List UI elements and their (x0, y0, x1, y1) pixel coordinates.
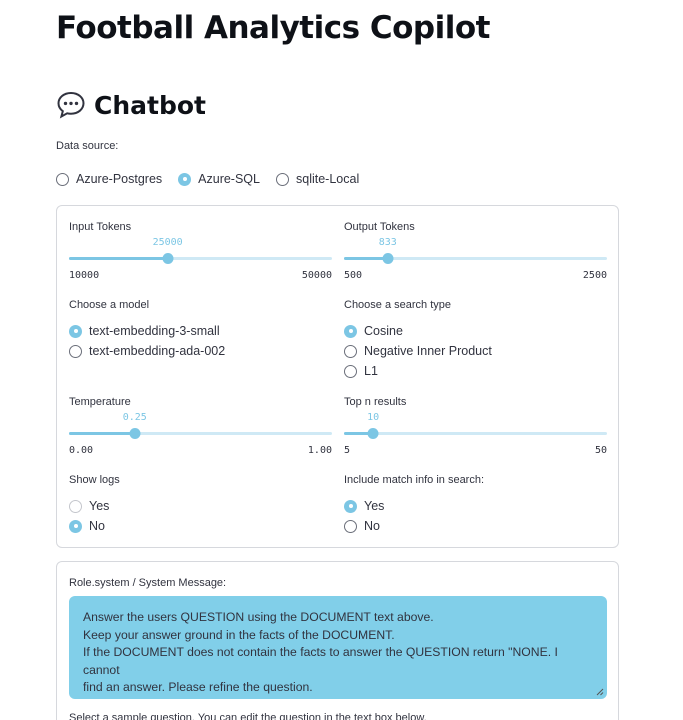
slider-value: 833 (378, 237, 397, 248)
radio-azure-postgres[interactable]: Azure-Postgres (56, 170, 162, 188)
radio-label: Cosine (364, 324, 403, 338)
system-message-line: Keep your answer ground in the facts of … (83, 627, 395, 642)
search-type-radio-group: Cosine Negative Inner Product L1 (344, 322, 492, 380)
radio-indicator (344, 364, 357, 378)
model-radio-group: text-embedding-3-small text-embedding-ad… (69, 322, 225, 360)
system-message-line: Answer the users QUESTION using the DOCU… (83, 610, 434, 624)
resize-handle-icon[interactable] (596, 688, 604, 696)
radio-text-embedding-ada-002[interactable]: text-embedding-ada-002 (69, 342, 225, 360)
system-message-panel: Role.system / System Message: Answer the… (56, 561, 619, 720)
include-match-info-radio-group: Yes No (344, 497, 384, 535)
slider-thumb[interactable] (382, 253, 394, 264)
top-n-slider[interactable]: 10 5 50 (344, 412, 607, 456)
slider-fill (69, 432, 135, 435)
radio-show-logs-no[interactable]: No (69, 517, 109, 535)
slider-max: 50 (594, 445, 607, 456)
input-tokens-slider[interactable]: 25000 10000 50000 (69, 237, 332, 281)
settings-panel: Input Tokens 25000 10000 50000 Output To… (56, 205, 619, 548)
radio-indicator (344, 519, 357, 533)
slider-value: 0.25 (122, 412, 147, 423)
slider-thumb[interactable] (129, 428, 141, 439)
radio-indicator-selected (69, 324, 82, 338)
speech-bubble-icon (57, 91, 85, 119)
temperature-label: Temperature (69, 396, 131, 408)
radio-indicator (56, 172, 69, 186)
radio-label: L1 (364, 364, 378, 378)
radio-label: text-embedding-3-small (89, 324, 220, 338)
radio-label: No (364, 519, 380, 533)
radio-label: Azure-Postgres (76, 172, 163, 186)
slider-value: 25000 (152, 237, 183, 248)
slider-min: 10000 (69, 270, 100, 281)
radio-negative-inner-product[interactable]: Negative Inner Product (344, 342, 492, 360)
radio-indicator-selected (69, 519, 82, 533)
show-logs-radio-group: Yes No (69, 497, 109, 535)
slider-min: 500 (344, 270, 363, 281)
section-title-text: Chatbot (94, 90, 206, 120)
data-source-label: Data source: (56, 140, 119, 152)
system-message-line: find an answer. Please refine the questi… (83, 680, 313, 694)
sample-question-label: Select a sample question. You can edit t… (69, 712, 427, 720)
input-tokens-label: Input Tokens (69, 221, 132, 233)
section-title: Chatbot (56, 90, 206, 120)
system-message-line: If the DOCUMENT does not contain the fac… (83, 645, 558, 677)
slider-max: 2500 (582, 270, 607, 281)
radio-label: Yes (364, 499, 385, 513)
data-source-radio-group: Azure-Postgres Azure-SQL sqlite-Local (56, 170, 359, 188)
include-match-info-label: Include match info in search: (344, 474, 485, 486)
radio-text-embedding-3-small[interactable]: text-embedding-3-small (69, 322, 225, 340)
system-message-textarea[interactable]: Answer the users QUESTION using the DOCU… (69, 596, 607, 699)
slider-fill (344, 257, 388, 260)
radio-label: No (89, 519, 105, 533)
app-title: Football Analytics Copilot (56, 10, 490, 46)
slider-max: 50000 (301, 270, 332, 281)
slider-thumb[interactable] (162, 253, 174, 264)
slider-fill (69, 257, 168, 260)
radio-sqlite-local[interactable]: sqlite-Local (276, 170, 359, 188)
radio-indicator-selected (178, 172, 192, 186)
slider-thumb[interactable] (367, 428, 379, 439)
radio-indicator-selected (344, 499, 357, 513)
slider-value: 10 (367, 412, 380, 423)
radio-label: sqlite-Local (296, 172, 360, 186)
model-label: Choose a model (69, 299, 150, 311)
radio-indicator-selected (344, 324, 357, 338)
show-logs-label: Show logs (69, 474, 120, 486)
top-n-label: Top n results (344, 396, 407, 408)
radio-label: Yes (89, 499, 110, 513)
radio-label: Azure-SQL (198, 172, 260, 186)
search-type-label: Choose a search type (344, 299, 452, 311)
radio-indicator (69, 344, 82, 358)
slider-min: 0.00 (69, 445, 94, 456)
radio-label: text-embedding-ada-002 (89, 344, 226, 358)
radio-show-logs-yes[interactable]: Yes (69, 497, 109, 515)
radio-azure-sql[interactable]: Azure-SQL (178, 170, 260, 188)
radio-label: Negative Inner Product (364, 344, 492, 358)
radio-l1[interactable]: L1 (344, 362, 492, 380)
system-message-label: Role.system / System Message: (69, 577, 227, 589)
radio-include-match-yes[interactable]: Yes (344, 497, 384, 515)
temperature-slider[interactable]: 0.25 0.00 1.00 (69, 412, 332, 456)
radio-indicator (276, 172, 289, 186)
radio-cosine[interactable]: Cosine (344, 322, 492, 340)
slider-track (344, 432, 607, 435)
radio-include-match-no[interactable]: No (344, 517, 384, 535)
output-tokens-slider[interactable]: 833 500 2500 (344, 237, 607, 281)
radio-indicator (344, 344, 357, 358)
slider-max: 1.00 (307, 445, 332, 456)
slider-min: 5 (344, 445, 351, 456)
output-tokens-label: Output Tokens (344, 221, 415, 233)
radio-indicator (69, 499, 82, 513)
